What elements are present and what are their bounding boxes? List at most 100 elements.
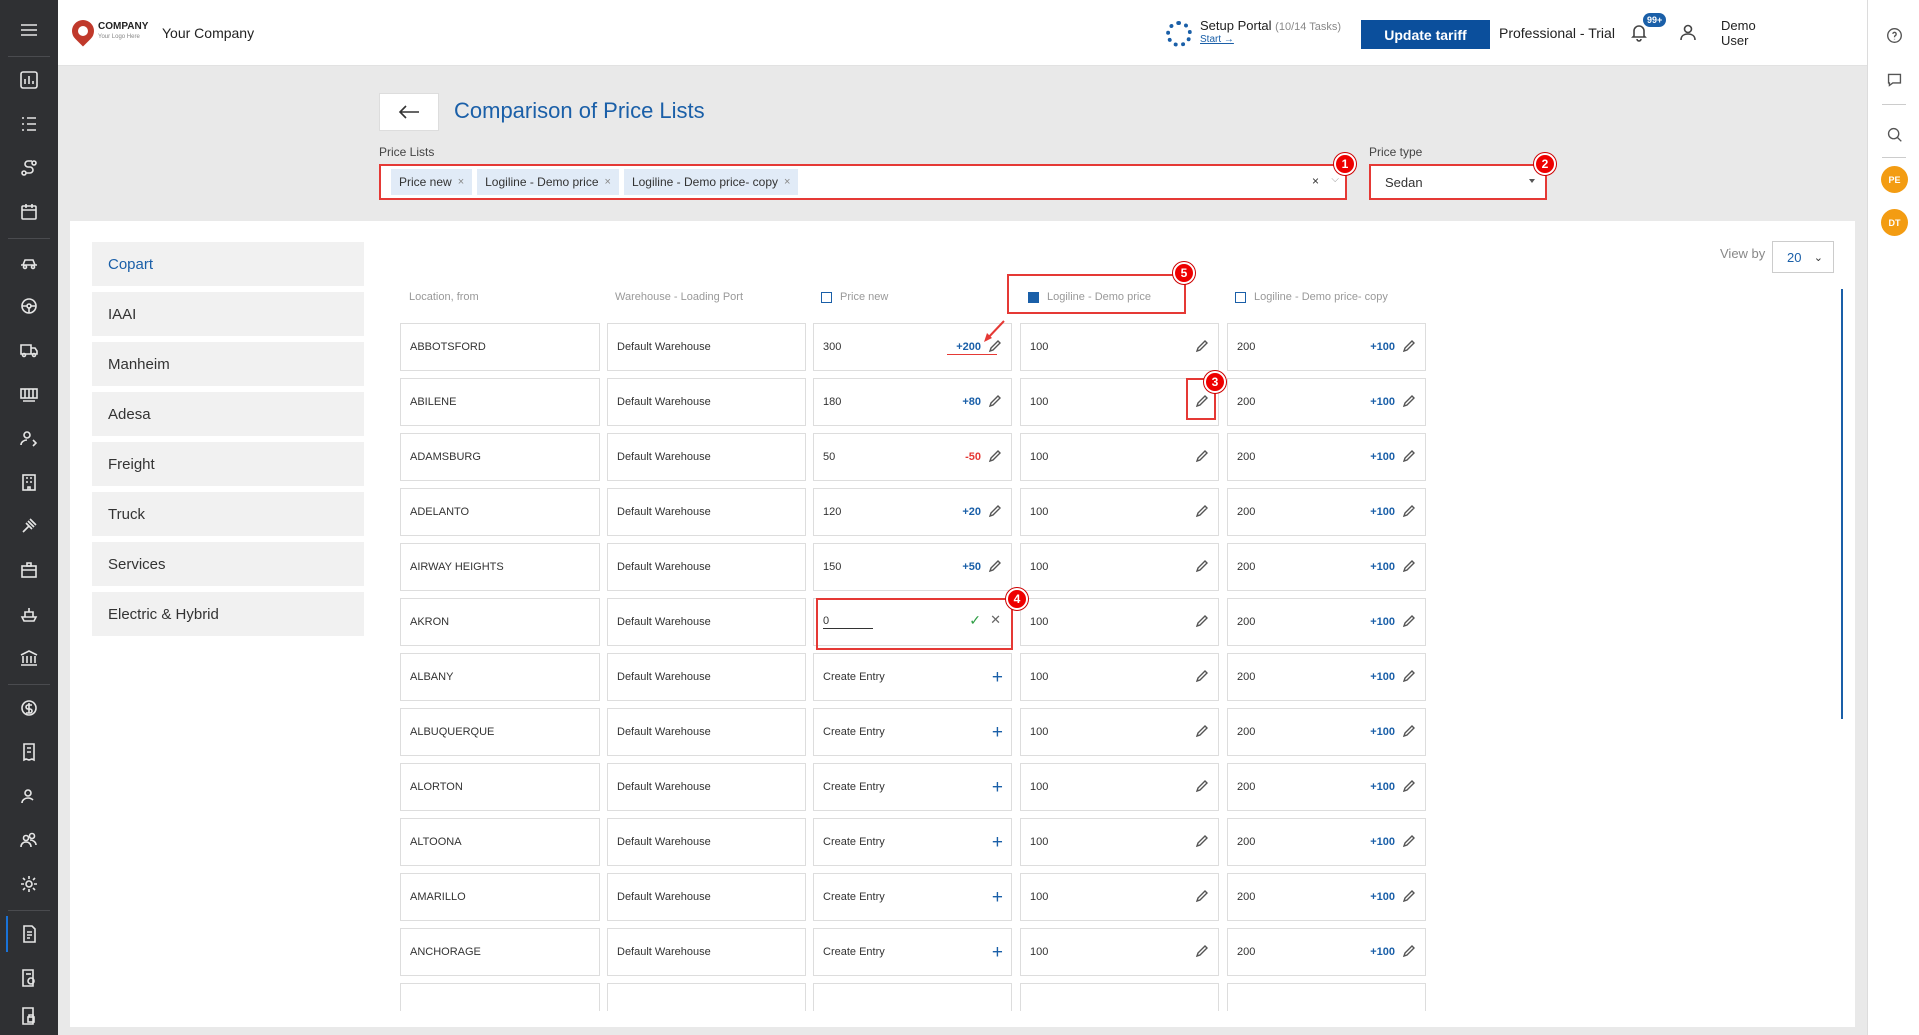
chat-icon[interactable] [1884, 69, 1904, 89]
demo-price-cell[interactable]: 100 [1020, 873, 1219, 921]
chip-price-list[interactable]: Logiline - Demo price × [477, 169, 619, 195]
bank-icon[interactable] [7, 638, 51, 678]
user-profile-icon[interactable] [1678, 22, 1700, 44]
demo-price-cell[interactable]: 100 [1020, 323, 1219, 371]
chip-remove-icon[interactable]: × [784, 176, 790, 188]
edit-pencil-icon[interactable] [1195, 669, 1209, 683]
edit-pencil-icon[interactable] [1402, 669, 1416, 683]
edit-pencil-icon[interactable] [1195, 834, 1209, 848]
header-price-new[interactable]: Price new [821, 291, 888, 303]
steering-wheel-icon[interactable] [7, 286, 51, 326]
users-settings-icon[interactable] [7, 418, 51, 458]
demo-price-copy-cell[interactable]: 200 +100 [1227, 873, 1426, 921]
demo-price-cell[interactable]: 100 [1020, 433, 1219, 481]
demo-price-copy-cell[interactable]: 200 +100 [1227, 818, 1426, 866]
edit-pencil-icon[interactable] [1402, 394, 1416, 408]
clear-all-icon[interactable]: × [1312, 174, 1319, 188]
edit-pencil-icon[interactable] [1195, 339, 1209, 353]
route-icon[interactable] [7, 148, 51, 188]
edit-pencil-icon[interactable] [1195, 779, 1209, 793]
user-icon[interactable] [7, 776, 51, 816]
edit-pencil-icon[interactable] [1402, 614, 1416, 628]
demo-price-copy-cell[interactable]: 200 +100 [1227, 378, 1426, 426]
edit-pencil-icon[interactable] [1402, 779, 1416, 793]
demo-price-cell[interactable]: 100 [1020, 928, 1219, 976]
user-avatar-dt[interactable]: DT [1881, 209, 1908, 236]
edit-pencil-icon[interactable] [1402, 724, 1416, 738]
edit-pencil-icon[interactable] [1402, 944, 1416, 958]
setup-portal[interactable]: Setup Portal (10/14 Tasks) Start → [1166, 18, 1341, 47]
add-plus-icon[interactable]: + [992, 778, 1003, 797]
add-plus-icon[interactable]: + [992, 833, 1003, 852]
document-settings-icon[interactable] [7, 958, 51, 998]
building-icon[interactable] [7, 462, 51, 502]
settings-icon[interactable] [7, 864, 51, 904]
category-truck[interactable]: Truck [92, 492, 364, 536]
edit-pencil-icon[interactable] [1402, 504, 1416, 518]
edit-pencil-icon[interactable] [1195, 724, 1209, 738]
price-new-cell[interactable] [813, 983, 1012, 1011]
team-icon[interactable] [7, 820, 51, 860]
edit-pencil-icon[interactable] [1195, 944, 1209, 958]
demo-price-cell[interactable]: 100 [1020, 488, 1219, 536]
payment-icon[interactable] [7, 688, 51, 728]
demo-price-copy-cell[interactable] [1227, 983, 1426, 1011]
demo-price-cell[interactable]: 100 [1020, 708, 1219, 756]
edit-pencil-icon[interactable] [1195, 614, 1209, 628]
truck-icon[interactable] [7, 330, 51, 370]
demo-price-copy-cell[interactable]: 200 +100 [1227, 928, 1426, 976]
update-tariff-button[interactable]: Update tariff [1361, 20, 1490, 49]
edit-pencil-icon[interactable] [1195, 889, 1209, 903]
category-services[interactable]: Services [92, 542, 364, 586]
add-plus-icon[interactable]: + [992, 943, 1003, 962]
checkbox[interactable] [821, 291, 832, 303]
price-new-cell[interactable]: 120 +20 [813, 488, 1012, 536]
demo-price-cell[interactable]: 100 [1020, 763, 1219, 811]
demo-price-copy-cell[interactable]: 200 +100 [1227, 543, 1426, 591]
company-logo[interactable]: COMPANY Your Logo Here [67, 15, 148, 47]
demo-price-cell[interactable]: 100 [1020, 598, 1219, 646]
edit-pencil-icon[interactable] [988, 449, 1002, 463]
price-lists-multiselect[interactable]: Price new × Logiline - Demo price × Logili… [379, 164, 1347, 200]
demo-price-copy-cell[interactable]: 200 +100 [1227, 323, 1426, 371]
edit-pencil-icon[interactable] [1402, 889, 1416, 903]
document-lock-icon[interactable] [7, 996, 51, 1035]
category-freight[interactable]: Freight [92, 442, 364, 486]
menu-icon[interactable] [7, 10, 51, 50]
demo-price-cell[interactable]: 100 [1020, 653, 1219, 701]
demo-price-cell[interactable] [1020, 983, 1219, 1011]
demo-price-cell[interactable]: 100 [1020, 543, 1219, 591]
demo-price-copy-cell[interactable]: 200 +100 [1227, 433, 1426, 481]
edit-pencil-icon[interactable] [988, 559, 1002, 573]
price-new-cell[interactable]: 150 +50 [813, 543, 1012, 591]
add-plus-icon[interactable]: + [992, 888, 1003, 907]
container-icon[interactable] [7, 374, 51, 414]
car-transport-icon[interactable] [7, 242, 51, 282]
category-electric-hybrid[interactable]: Electric & Hybrid [92, 592, 364, 636]
demo-price-cell[interactable]: 100 [1020, 818, 1219, 866]
category-adesa[interactable]: Adesa [92, 392, 364, 436]
edit-pencil-icon[interactable] [1402, 449, 1416, 463]
edit-pencil-icon[interactable] [1195, 449, 1209, 463]
edit-pencil-icon[interactable] [1402, 339, 1416, 353]
chip-remove-icon[interactable]: × [605, 176, 611, 188]
back-button[interactable] [379, 93, 439, 131]
ship-icon[interactable] [7, 594, 51, 634]
chip-price-list[interactable]: Logiline - Demo price- copy × [623, 169, 799, 195]
calendar-icon[interactable] [7, 192, 51, 232]
price-new-cell[interactable]: Create Entry + [813, 928, 1012, 976]
price-list-icon[interactable] [7, 914, 51, 954]
chip-price-list[interactable]: Price new × [391, 169, 473, 195]
invoice-icon[interactable] [7, 732, 51, 772]
package-icon[interactable] [7, 550, 51, 590]
price-new-cell[interactable]: Create Entry + [813, 763, 1012, 811]
view-by-select[interactable]: 20 ⌄ [1772, 241, 1834, 273]
category-copart[interactable]: Copart [92, 242, 364, 286]
edit-pencil-icon[interactable] [1402, 834, 1416, 848]
price-new-cell[interactable]: Create Entry + [813, 653, 1012, 701]
setup-start-link[interactable]: Start → [1200, 34, 1341, 45]
demo-price-copy-cell[interactable]: 200 +100 [1227, 763, 1426, 811]
header-demo-price-copy[interactable]: Logiline - Demo price- copy [1235, 291, 1388, 303]
demo-price-copy-cell[interactable]: 200 +100 [1227, 653, 1426, 701]
price-new-cell[interactable]: Create Entry + [813, 818, 1012, 866]
